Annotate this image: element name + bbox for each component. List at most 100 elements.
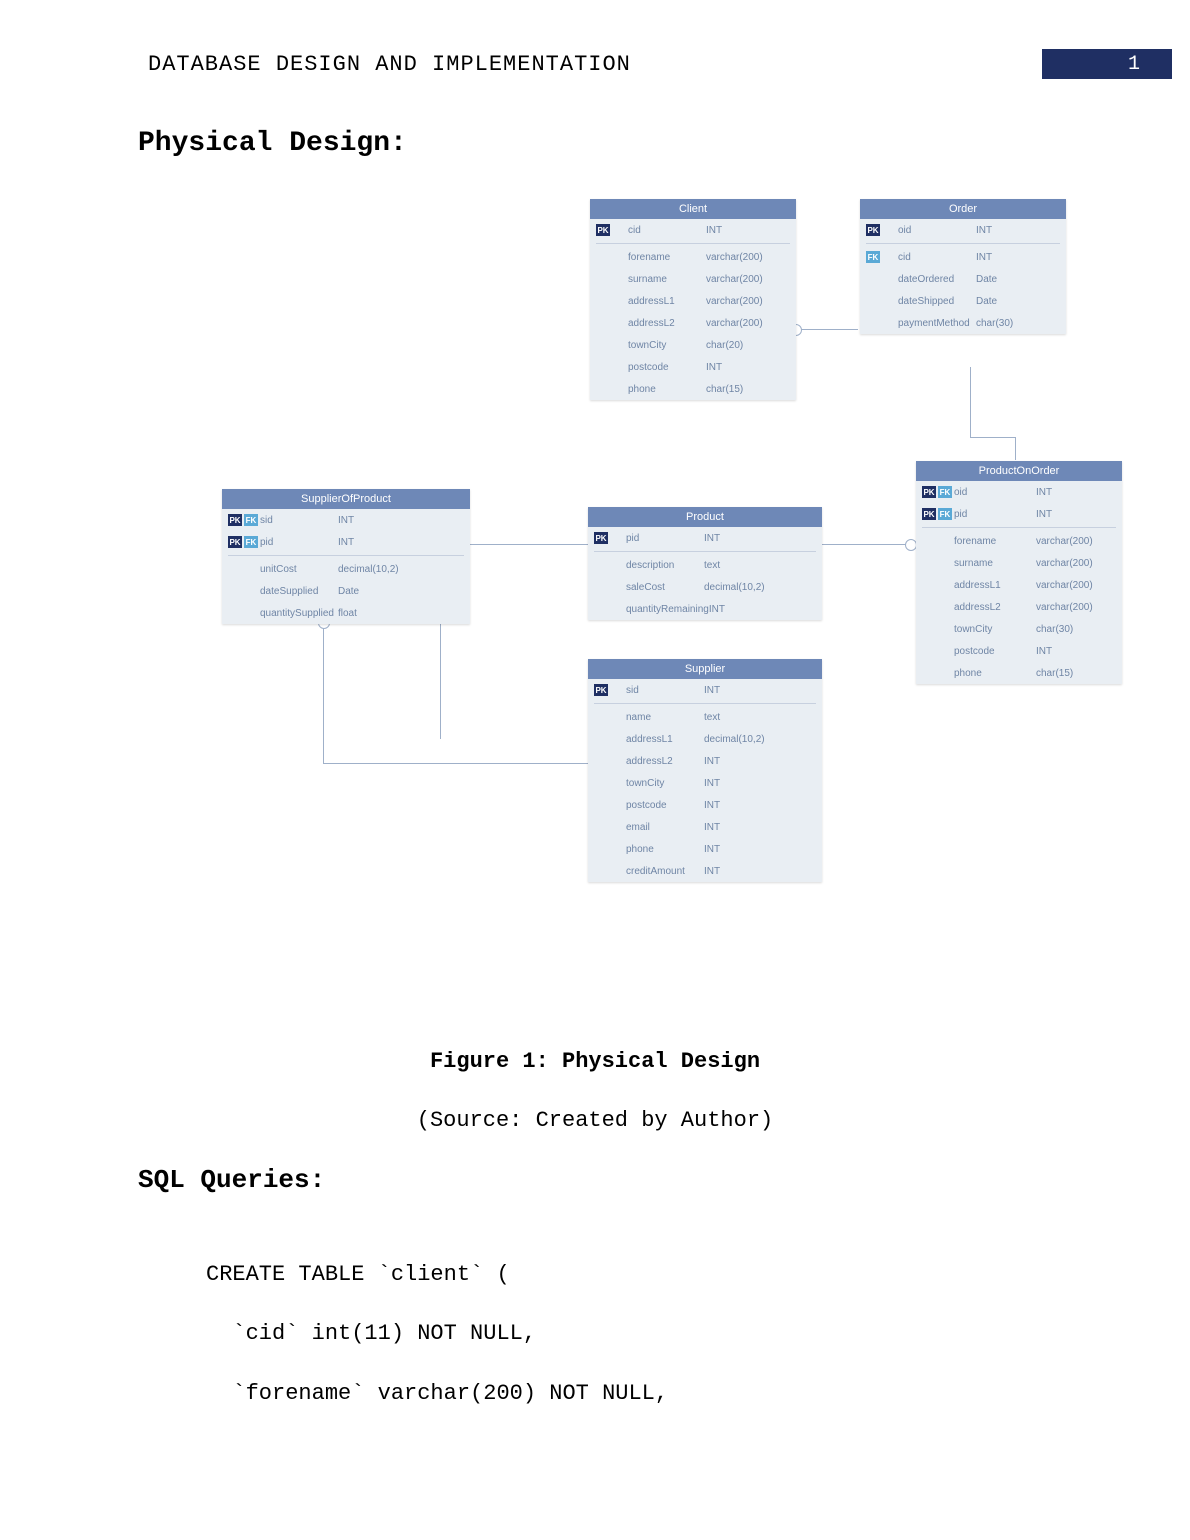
column-type: float — [338, 608, 464, 619]
column-name: unitCost — [260, 564, 338, 575]
entity-column-row: phonechar(15) — [590, 378, 796, 400]
entity-column-row: addressL2varchar(200) — [590, 312, 796, 334]
column-name: email — [626, 822, 704, 833]
entity-column-row: surnamevarchar(200) — [916, 552, 1122, 574]
entity-column-row: addressL2varchar(200) — [916, 596, 1122, 618]
column-type: char(20) — [706, 340, 790, 351]
column-type: INT — [706, 362, 790, 373]
entity-column-row: creditAmountINT — [588, 860, 822, 882]
connector — [323, 763, 593, 764]
column-name: sid — [626, 685, 704, 696]
connector — [323, 623, 324, 763]
heading-physical-design: Physical Design: — [138, 128, 1190, 159]
entity-title: Product — [588, 507, 822, 527]
column-type: INT — [704, 800, 816, 811]
column-type: INT — [704, 866, 816, 877]
column-type: decimal(10,2) — [704, 582, 816, 593]
primary-key-icon: PK — [228, 514, 242, 526]
column-type: char(30) — [976, 318, 1060, 329]
entity-column-row: phoneINT — [588, 838, 822, 860]
column-type: varchar(200) — [1036, 536, 1116, 547]
column-name: quantityRemaining — [626, 604, 709, 615]
column-type: decimal(10,2) — [704, 734, 816, 745]
separator — [594, 551, 816, 552]
column-name: phone — [954, 668, 1036, 679]
entity-column-row: nametext — [588, 706, 822, 728]
column-name: cid — [898, 252, 976, 263]
entity-supplier: Supplier PKsidINTnametextaddressL1decima… — [588, 659, 822, 882]
column-type: Date — [976, 296, 1060, 307]
column-type: INT — [1036, 509, 1116, 520]
entity-column-row: addressL2INT — [588, 750, 822, 772]
sql-line: `cid` int(11) NOT NULL, — [206, 1321, 536, 1346]
column-type: char(30) — [1036, 624, 1116, 635]
entity-column-row: PKoidINT — [860, 219, 1066, 241]
column-name: saleCost — [626, 582, 704, 593]
column-type: Date — [338, 586, 464, 597]
connector — [820, 544, 910, 545]
column-name: creditAmount — [626, 866, 704, 877]
column-name: addressL2 — [954, 602, 1036, 613]
entity-column-row: PKFKsidINT — [222, 509, 470, 531]
entity-column-row: postcodeINT — [588, 794, 822, 816]
separator — [228, 555, 464, 556]
foreign-key-icon: FK — [244, 514, 258, 526]
key-cell: PK — [594, 684, 626, 696]
key-cell: PKFK — [922, 508, 954, 520]
column-type: INT — [709, 604, 816, 615]
primary-key-icon: PK — [594, 532, 608, 544]
column-type: INT — [976, 252, 1060, 263]
connector — [798, 329, 858, 330]
primary-key-icon: PK — [866, 224, 880, 236]
key-cell: PK — [866, 224, 898, 236]
column-type: char(15) — [706, 384, 790, 395]
column-name: forename — [628, 252, 706, 263]
page-number: 1 — [1128, 53, 1140, 76]
column-name: dateShipped — [898, 296, 976, 307]
key-cell: FK — [866, 251, 898, 263]
column-type: varchar(200) — [706, 318, 790, 329]
entity-column-row: surnamevarchar(200) — [590, 268, 796, 290]
entity-title: SupplierOfProduct — [222, 489, 470, 509]
column-type: varchar(200) — [1036, 558, 1116, 569]
entity-column-row: forenamevarchar(200) — [590, 246, 796, 268]
entity-column-row: addressL1decimal(10,2) — [588, 728, 822, 750]
entity-column-row: PKcidINT — [590, 219, 796, 241]
entity-column-row: dateOrderedDate — [860, 268, 1066, 290]
column-name: paymentMethod — [898, 318, 976, 329]
connector — [1015, 437, 1016, 460]
sql-line: CREATE TABLE `client` ( — [206, 1262, 510, 1287]
entity-column-row: FKcidINT — [860, 246, 1066, 268]
primary-key-icon: PK — [596, 224, 610, 236]
column-type: Date — [976, 274, 1060, 285]
entity-column-row: PKFKoidINT — [916, 481, 1122, 503]
entity-column-row: saleCostdecimal(10,2) — [588, 576, 822, 598]
column-name: phone — [628, 384, 706, 395]
entity-column-row: addressL1varchar(200) — [590, 290, 796, 312]
column-name: oid — [954, 487, 1036, 498]
column-name: surname — [954, 558, 1036, 569]
separator — [866, 243, 1060, 244]
figure-caption: Figure 1: Physical Design — [0, 1049, 1190, 1074]
entity-column-row: quantitySuppliedfloat — [222, 602, 470, 624]
separator — [922, 527, 1116, 528]
column-name: townCity — [954, 624, 1036, 635]
sql-code-block: CREATE TABLE `client` ( `cid` int(11) NO… — [206, 1245, 1190, 1423]
entity-column-row: PKFKpidINT — [222, 531, 470, 553]
column-name: surname — [628, 274, 706, 285]
column-name: postcode — [628, 362, 706, 373]
entity-column-row: quantityRemainingINT — [588, 598, 822, 620]
column-type: INT — [1036, 646, 1116, 657]
figure-source: (Source: Created by Author) — [0, 1108, 1190, 1133]
entity-column-row: paymentMethodchar(30) — [860, 312, 1066, 334]
entity-column-row: postcodeINT — [916, 640, 1122, 662]
column-name: sid — [260, 515, 338, 526]
entity-column-row: phonechar(15) — [916, 662, 1122, 684]
entity-column-row: postcodeINT — [590, 356, 796, 378]
column-name: townCity — [626, 778, 704, 789]
column-type: INT — [976, 225, 1060, 236]
column-type: varchar(200) — [706, 252, 790, 263]
entity-column-row: PKpidINT — [588, 527, 822, 549]
separator — [594, 703, 816, 704]
column-type: INT — [338, 537, 464, 548]
